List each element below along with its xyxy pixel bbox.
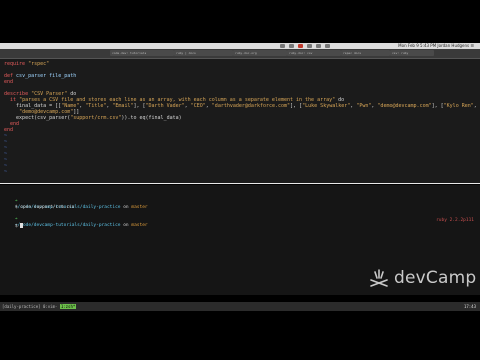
code-line: def csv_parser file_path [4,73,76,79]
browser-tab-bar: code.dev: tutorials ruby | docs ruby-doc… [0,49,480,59]
pane-divider[interactable] [0,183,480,184]
cloud-icon[interactable] [289,44,294,48]
tmux-status-bar: [daily-practice] 0:vim- 1:zsh* 17:43 [0,302,480,311]
battery-icon[interactable] [325,44,330,48]
prompt-path: ~/code/devcamp-tutorials/daily-practice [14,223,121,228]
code-token: end [4,79,14,85]
devcamp-logo-text: devCamp [394,268,477,288]
menubar-status-icons [280,44,330,48]
tab-4[interactable]: ruby-doc: csv [287,50,341,56]
prompt-branch: master [131,223,148,228]
wifi-icon[interactable] [316,44,321,48]
code-token: "Luke Skywalker" [302,103,351,109]
tab-1[interactable]: code.dev: tutorials [110,50,174,56]
code-token: ], [ [431,103,444,109]
empty-line-marker: ~ [4,169,8,175]
terminal-input-line[interactable]: $ [4,217,24,236]
prompt-branch: master [131,205,148,210]
tmux-window-vim[interactable]: 0:vim- [43,304,57,309]
code-token: "Email" [112,103,134,109]
code-token: "support/crm.csv" [70,115,122,121]
code-token: )).to eq(final_data) [121,115,182,121]
vim-editor-pane[interactable]: require "rspec" def csv_parser file_path e… [0,59,480,183]
terminal-command: open support/crm.csv [20,205,75,210]
tmux-windows: [daily-practice] 0:vim- 1:zsh* [2,303,77,310]
tab-6[interactable]: csv: ruby [390,50,434,56]
tmux-window-zsh-active[interactable]: 1:zsh* [59,304,77,309]
terminal-prompt-2: ➜ ~/code/devcamp-tutorials/daily-practic… [4,211,148,235]
bluetooth-icon[interactable] [307,44,312,48]
dropbox-icon[interactable] [280,44,285,48]
prompt-on: on [120,223,132,228]
code-token: "darthvader@darkforce.com" [211,103,291,109]
code-token: ], [ [290,103,303,109]
terminal-cursor [20,223,24,228]
devcamp-logo: devCamp [368,267,476,289]
tmux-clock: 17:43 [463,304,476,309]
tab-3[interactable]: ruby-doc.org [233,50,287,56]
code-token: "CEO" [190,103,206,109]
code-line: expect(csv_parser("support/crm.csv")).to… [4,115,182,121]
code-token: csv_parser file_path [16,73,77,79]
tab-5[interactable]: rspec docs [341,50,390,56]
code-token: "demo@devcamp.com" [377,103,432,109]
prompt-on: on [120,205,132,210]
record-icon[interactable] [298,44,303,48]
code-line: require "rspec" [4,61,49,67]
code-token: "Darth Vader" [145,103,185,109]
code-token: "Title" [85,103,107,109]
ruby-version: ruby 2.2.2p111 [436,218,474,223]
code-token: "Kylo Ren" [443,103,474,109]
code-token: "Pwn" [356,103,372,109]
code-token: "rspec" [28,61,50,67]
tmux-session: [daily-practice] [2,304,41,309]
code-token: require [4,61,29,67]
tab-2[interactable]: ruby | docs [174,50,233,56]
devcamp-campfire-icon [370,269,388,287]
code-line: end [4,79,13,85]
code-token: ], [ [133,103,146,109]
